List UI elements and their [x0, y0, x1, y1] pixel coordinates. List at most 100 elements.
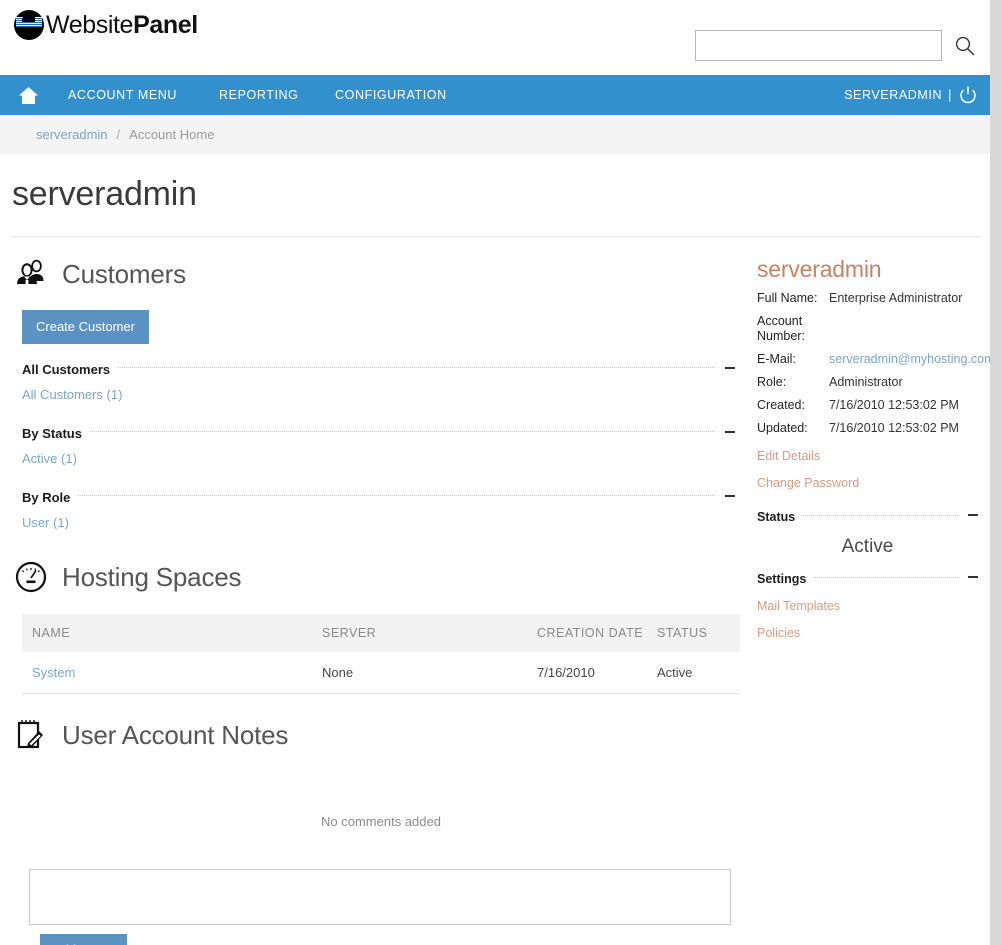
sidebar-title: serveradmin: [757, 256, 882, 282]
group-header-by-status[interactable]: By Status: [12, 426, 735, 444]
mail-templates-link[interactable]: Mail Templates: [757, 599, 978, 613]
nav-item-configuration[interactable]: CONFIGURATION: [335, 88, 447, 102]
policies-link[interactable]: Policies: [757, 626, 978, 640]
notepad-pencil-icon: [12, 716, 50, 754]
cell-name: System: [22, 652, 312, 694]
minus-icon[interactable]: [968, 576, 978, 578]
brand-name-part2: Panel: [133, 10, 198, 39]
field-label: E-Mail:: [757, 352, 796, 366]
add-notes-button[interactable]: Add Notes: [40, 934, 127, 945]
group-link-active[interactable]: Active (1): [12, 444, 735, 472]
nav-user-area: SERVERADMIN |: [844, 85, 978, 105]
header: WebsitePanel: [0, 0, 990, 75]
group-header-all-customers[interactable]: All Customers: [12, 362, 735, 380]
status-badge: Active: [841, 536, 894, 557]
create-customer-button[interactable]: Create Customer: [22, 310, 149, 344]
user-notes-section-header: User Account Notes: [12, 716, 745, 754]
brand-logo[interactable]: WebsitePanel: [14, 10, 198, 40]
table-body: System None 7/16/2010 Active: [22, 652, 740, 694]
customers-heading: Customers: [62, 258, 186, 289]
table-head: NAME SERVER CREATION DATE STATUS: [22, 614, 740, 652]
breadcrumb-current: Account Home: [129, 127, 215, 142]
breadcrumb: serveradmin / Account Home: [0, 115, 990, 155]
minus-icon[interactable]: [725, 494, 735, 497]
field-label: Updated:: [757, 421, 808, 435]
breadcrumb-root[interactable]: serveradmin: [36, 127, 108, 142]
sidebar-field-email: E-Mail: serveradmin@myhosting.com: [757, 352, 990, 367]
cell-status: Active: [647, 652, 740, 694]
search-icon[interactable]: [954, 35, 976, 57]
table-row: System None 7/16/2010 Active: [22, 652, 740, 694]
no-comments-text: No comments added: [321, 814, 441, 829]
sidebar-field-full-name: Full Name: Enterprise Administrator: [757, 291, 978, 306]
field-label: Account Number:: [757, 314, 805, 343]
sidebar-field-account-number: Account Number:: [757, 314, 978, 344]
brand-name: WebsitePanel: [46, 11, 198, 40]
dotted-rule: [118, 367, 715, 368]
hosting-spaces-table: NAME SERVER CREATION DATE STATUS System …: [22, 614, 740, 694]
main-navbar: ACCOUNT MENU REPORTING CONFIGURATION SER…: [0, 75, 990, 115]
nav-item-reporting[interactable]: REPORTING: [219, 88, 299, 102]
dotted-rule: [78, 495, 715, 496]
sidebar-settings-group-header[interactable]: Settings: [757, 572, 978, 586]
notes-textarea[interactable]: [29, 869, 731, 925]
minus-icon[interactable]: [725, 366, 735, 369]
app-window: WebsitePanel ACCOUNT MENU REPORTING CONF…: [0, 0, 990, 945]
breadcrumb-separator: /: [116, 127, 121, 142]
sidebar-field-role: Role: Administrator: [757, 375, 978, 390]
group-header-by-role[interactable]: By Role: [12, 490, 735, 508]
sidebar-status-group-header[interactable]: Status: [757, 510, 978, 524]
group-link-all-customers[interactable]: All Customers (1): [12, 380, 735, 408]
field-value: 7/16/2010 12:53:02 PM: [829, 398, 959, 412]
dotted-rule: [803, 514, 960, 516]
home-icon[interactable]: [0, 86, 56, 105]
group-title: Status: [757, 510, 796, 524]
user-notes-heading: User Account Notes: [62, 719, 289, 750]
table-header-row: NAME SERVER CREATION DATE STATUS: [22, 614, 740, 652]
cell-server: None: [312, 652, 527, 694]
customers-section-header: Customers: [12, 255, 745, 293]
field-value: Administrator: [829, 375, 903, 389]
nav-current-user[interactable]: SERVERADMIN: [844, 88, 942, 102]
change-password-link[interactable]: Change Password: [757, 476, 978, 490]
field-value: Enterprise Administrator: [829, 291, 963, 305]
customers-group-by-status: By Status Active (1): [12, 426, 745, 472]
nav-item-account-menu[interactable]: ACCOUNT MENU: [68, 88, 177, 102]
field-value: 7/16/2010 12:53:02 PM: [829, 421, 959, 435]
column-header-name: NAME: [22, 614, 312, 652]
group-title: By Status: [22, 426, 82, 441]
cell-creation-date: 7/16/2010: [527, 652, 647, 694]
dotted-rule: [814, 576, 960, 578]
gauge-icon: [12, 558, 50, 596]
field-value: serveradmin@myhosting.com: [829, 352, 990, 367]
nav-separator: |: [948, 88, 952, 102]
group-title: By Role: [22, 490, 71, 505]
power-icon[interactable]: [958, 85, 978, 105]
hosting-spaces-heading: Hosting Spaces: [62, 561, 242, 592]
customers-group-all: All Customers All Customers (1): [12, 362, 745, 408]
brand-name-part1: Website: [46, 10, 134, 39]
details-sidebar: serveradmin Full Name: Enterprise Admini…: [745, 237, 990, 945]
group-title: Settings: [757, 572, 807, 586]
group-title: All Customers: [22, 362, 111, 377]
edit-details-link[interactable]: Edit Details: [757, 449, 978, 463]
minus-icon[interactable]: [725, 430, 735, 433]
sidebar-field-updated: Updated: 7/16/2010 12:53:02 PM: [757, 421, 978, 436]
hosting-space-link[interactable]: System: [32, 665, 75, 680]
group-link-user[interactable]: User (1): [12, 508, 735, 536]
field-label: Full Name:: [757, 291, 818, 305]
search-input[interactable]: [695, 30, 942, 61]
globe-logo-icon: [14, 10, 44, 40]
content-area: Customers Create Customer All Customers …: [0, 237, 990, 945]
dotted-rule: [89, 431, 715, 432]
field-label: Created:: [757, 398, 805, 412]
customers-group-by-role: By Role User (1): [12, 490, 745, 536]
field-label: Role:: [757, 375, 787, 389]
page-title: serveradmin: [12, 175, 197, 213]
column-header-status: STATUS: [647, 614, 740, 652]
email-link[interactable]: serveradmin@myhosting.com: [829, 352, 990, 366]
column-header-server: SERVER: [312, 614, 527, 652]
hosting-spaces-section-header: Hosting Spaces: [12, 558, 745, 596]
minus-icon[interactable]: [968, 514, 978, 516]
main-column: Customers Create Customer All Customers …: [0, 237, 745, 945]
